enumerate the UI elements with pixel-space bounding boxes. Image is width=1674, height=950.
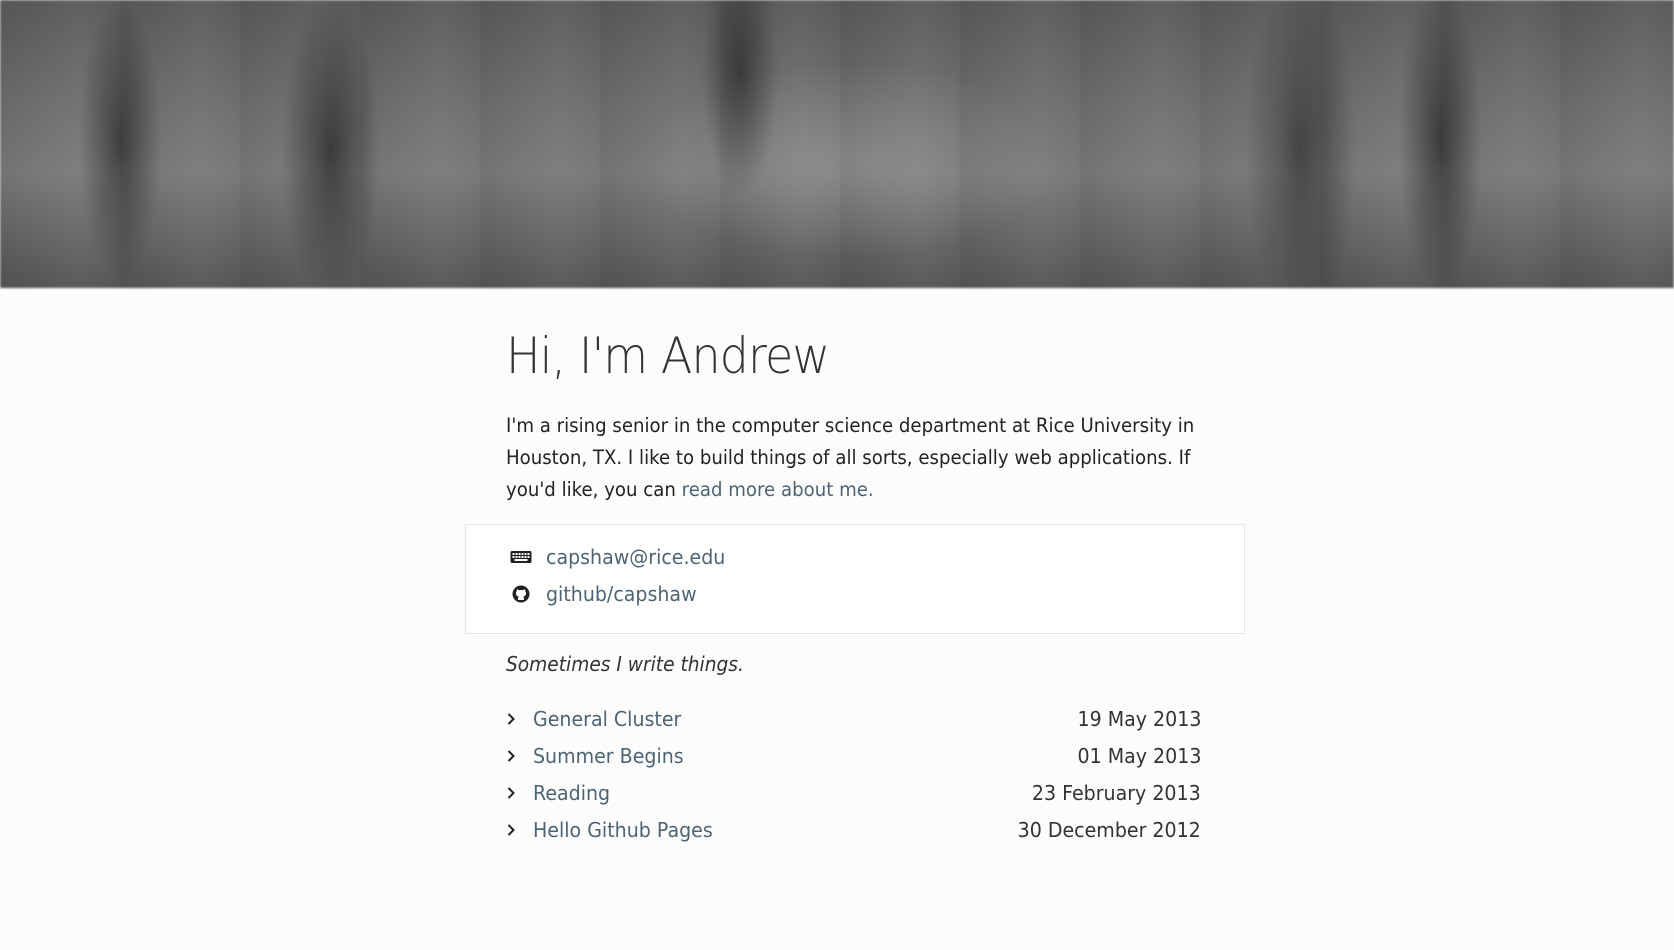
post-item: General Cluster 19 May 2013 <box>506 700 1201 737</box>
header-background-image <box>0 0 1674 288</box>
email-link[interactable]: capshaw@rice.edu <box>546 545 725 569</box>
post-title-link[interactable]: General Cluster <box>533 707 681 731</box>
post-date: 19 May 2013 <box>1077 706 1201 731</box>
post-list: General Cluster 19 May 2013 Summer Begin… <box>506 700 1201 848</box>
post-title-link[interactable]: Reading <box>533 781 610 805</box>
chevron-right-icon <box>506 823 526 837</box>
post-title-link[interactable]: Summer Begins <box>533 744 684 768</box>
post-item: Hello Github Pages 30 December 2012 <box>506 811 1201 848</box>
chevron-right-icon <box>506 712 526 726</box>
contact-box: capshaw@rice.edu github/capshaw <box>465 524 1245 634</box>
post-title-link[interactable]: Hello Github Pages <box>533 818 713 842</box>
post-date: 30 December 2012 <box>1017 817 1201 842</box>
github-icon <box>510 583 532 605</box>
post-date: 23 February 2013 <box>1032 780 1201 805</box>
main-content: Hi, I'm Andrew I'm a rising senior in th… <box>506 320 1206 506</box>
chevron-right-icon <box>506 786 526 800</box>
email-contact: capshaw@rice.edu <box>510 545 735 569</box>
keyboard-icon <box>510 546 532 568</box>
page-title: Hi, I'm Andrew <box>506 327 830 385</box>
post-item: Reading 23 February 2013 <box>506 774 1201 811</box>
post-item: Summer Begins 01 May 2013 <box>506 737 1201 774</box>
github-contact: github/capshaw <box>510 582 705 606</box>
github-link[interactable]: github/capshaw <box>546 582 697 606</box>
post-date: 01 May 2013 <box>1077 743 1201 768</box>
writing-tagline: Sometimes I write things. <box>506 652 744 676</box>
chevron-right-icon <box>506 749 526 763</box>
about-me-link[interactable]: read more about me. <box>682 478 874 501</box>
intro-paragraph: I'm a rising senior in the computer scie… <box>506 410 1205 506</box>
